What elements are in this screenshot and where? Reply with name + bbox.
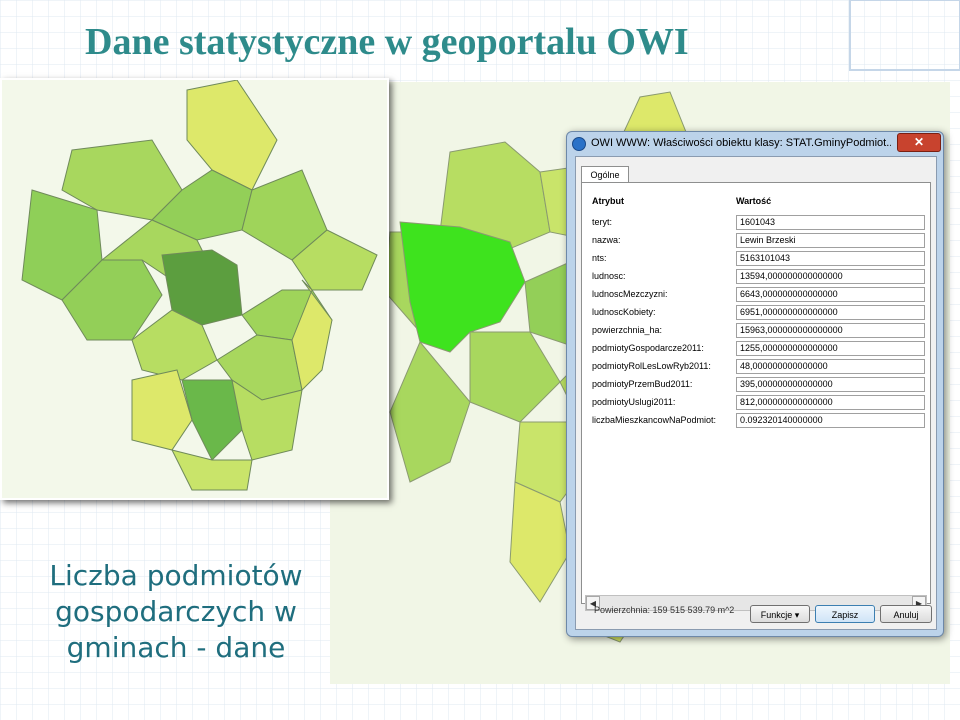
save-button[interactable]: Zapisz <box>815 605 875 623</box>
attribute-row: nts: 5163101043 <box>582 250 928 268</box>
functions-button[interactable]: Funkcje ▾ <box>750 605 810 623</box>
attribute-name: nts: <box>592 253 607 263</box>
attribute-row: ludnoscKobiety: 6951,000000000000000 <box>582 304 928 322</box>
attribute-row: teryt: 1601043 <box>582 214 928 232</box>
slide-title: Dane statystyczne w geoportalu OWI <box>85 21 689 63</box>
attribute-name: podmiotyUslugi2011: <box>592 397 676 407</box>
attribute-value-field[interactable]: 15963,000000000000000 <box>736 323 925 338</box>
attribute-row: ludnosc: 13594,000000000000000 <box>582 268 928 286</box>
tab-general[interactable]: Ogólne <box>581 166 629 183</box>
attribute-value-field[interactable]: 1601043 <box>736 215 925 230</box>
attribute-value-field[interactable]: 812,000000000000000 <box>736 395 925 410</box>
attribute-value-field[interactable]: Lewin Brzeski <box>736 233 925 248</box>
map-gmina <box>186 80 278 191</box>
attribute-name: ludnoscMezczyzni: <box>592 289 668 299</box>
attribute-name: ludnoscKobiety: <box>592 307 656 317</box>
attribute-value-field[interactable]: 0.092320140000000 <box>736 413 925 428</box>
dialog-title: OWI WWW: Właściwości obiektu klasy: STAT… <box>591 137 891 149</box>
caption: Liczba podmiotów gospodarczych w gminach… <box>49 559 303 664</box>
inset-map[interactable] <box>0 78 389 500</box>
attribute-name: nazwa: <box>592 235 621 245</box>
attribute-name: podmiotyRolLesLowRyb2011: <box>592 361 711 371</box>
attribute-value-field[interactable]: 1255,000000000000000 <box>736 341 925 356</box>
attribute-name: podmiotyPrzemBud2011: <box>592 379 693 389</box>
attribute-row: ludnoscMezczyzni: 6643,000000000000000 <box>582 286 928 304</box>
properties-dialog: OWI WWW: Właściwości obiektu klasy: STAT… <box>566 131 944 637</box>
attribute-value-field[interactable]: 48,000000000000000 <box>736 359 925 374</box>
close-button[interactable]: ✕ <box>897 133 941 152</box>
attribute-row: podmiotyUslugi2011: 812,000000000000000 <box>582 394 928 412</box>
inset-map-canvas <box>21 80 378 491</box>
column-header-value: Wartość <box>736 196 772 206</box>
attribute-value-field[interactable]: 395,000000000000000 <box>736 377 925 392</box>
map-gmina <box>469 331 561 423</box>
area-status: Powierzchnia: 159 515 539.79 m^2 <box>594 605 735 615</box>
attribute-row: liczbaMieszkancowNaPodmiot: 0.0923201400… <box>582 412 928 430</box>
attribute-name: liczbaMieszkancowNaPodmiot: <box>592 415 717 425</box>
attribute-value-field[interactable]: 6643,000000000000000 <box>736 287 925 302</box>
column-header-attribute: Atrybut <box>592 196 624 206</box>
attribute-value-field[interactable]: 13594,000000000000000 <box>736 269 925 284</box>
attribute-row: podmiotyGospodarcze2011: 1255,0000000000… <box>582 340 928 358</box>
attributes-panel: Atrybut Wartość teryt: 1601043 nazwa: Le… <box>581 182 931 611</box>
attribute-value-field[interactable]: 6951,000000000000000 <box>736 305 925 320</box>
attribute-name: teryt: <box>592 217 613 227</box>
dialog-client: Ogólne Atrybut Wartość teryt: 1601043 na… <box>575 156 937 630</box>
attribute-name: powierzchnia_ha: <box>592 325 663 335</box>
dialog-titlebar[interactable]: OWI WWW: Właściwości obiektu klasy: STAT… <box>567 132 943 154</box>
attribute-row: nazwa: Lewin Brzeski <box>582 232 928 250</box>
owi-app-icon <box>572 137 586 151</box>
attribute-name: podmiotyGospodarcze2011: <box>592 343 704 353</box>
attribute-row: powierzchnia_ha: 15963,000000000000000 <box>582 322 928 340</box>
attribute-name: ludnosc: <box>592 271 626 281</box>
attribute-value-field[interactable]: 5163101043 <box>736 251 925 266</box>
attribute-row: podmiotyRolLesLowRyb2011: 48,00000000000… <box>582 358 928 376</box>
map-gmina <box>389 341 471 483</box>
cancel-button[interactable]: Anuluj <box>880 605 932 623</box>
attribute-row: podmiotyPrzemBud2011: 395,00000000000000… <box>582 376 928 394</box>
